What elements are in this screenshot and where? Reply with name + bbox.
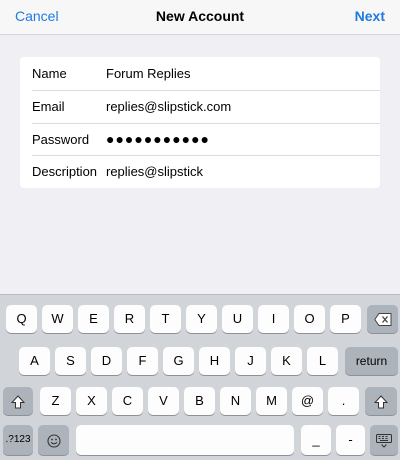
backspace-key[interactable] [367, 305, 398, 333]
description-row[interactable]: Description replies@slipstick [20, 155, 380, 188]
key-s[interactable]: S [55, 347, 86, 375]
emoji-icon [46, 434, 61, 448]
key-period[interactable]: . [328, 387, 359, 415]
emoji-key[interactable] [38, 425, 69, 455]
shift-icon [374, 394, 388, 409]
key-v[interactable]: V [148, 387, 179, 415]
key-o[interactable]: O [294, 305, 325, 333]
shift-key-right[interactable] [365, 387, 397, 415]
key-i[interactable]: I [258, 305, 289, 333]
key-dash[interactable]: - [336, 425, 365, 455]
name-row[interactable]: Name Forum Replies [20, 57, 380, 90]
key-a[interactable]: A [19, 347, 50, 375]
keyboard-hide-icon [376, 433, 392, 448]
email-row[interactable]: Email replies@slipstick.com [20, 89, 380, 123]
space-bar[interactable] [76, 425, 294, 455]
key-n[interactable]: N [220, 387, 251, 415]
key-j[interactable]: J [235, 347, 266, 375]
name-label: Name [32, 66, 67, 81]
key-x[interactable]: X [76, 387, 107, 415]
key-u[interactable]: U [222, 305, 253, 333]
email-label: Email [32, 98, 65, 114]
password-label: Password [32, 131, 90, 147]
shift-key-left[interactable] [3, 387, 33, 415]
key-y[interactable]: Y [186, 305, 217, 333]
key-d[interactable]: D [91, 347, 122, 375]
return-key[interactable]: return [345, 347, 398, 375]
email-field[interactable]: replies@slipstick.com [106, 99, 366, 114]
backspace-icon [373, 313, 391, 327]
key-h[interactable]: H [199, 347, 230, 375]
page-title: New Account [155, 8, 245, 24]
key-q[interactable]: Q [6, 305, 37, 333]
account-form: Name Forum Replies Email replies@slipsti… [20, 57, 380, 188]
password-field[interactable]: ●●●●●●●●●●● [106, 131, 366, 147]
dismiss-keyboard-key[interactable] [370, 425, 398, 455]
key-m[interactable]: M [256, 387, 287, 415]
key-z[interactable]: Z [40, 387, 71, 415]
key-b[interactable]: B [184, 387, 215, 415]
keyboard: Q W E R T Y U I O P A S D F G H J K L re… [0, 294, 400, 460]
key-t[interactable]: T [150, 305, 181, 333]
shift-icon [11, 394, 25, 409]
symbols-key[interactable]: .?123 [3, 425, 33, 455]
key-k[interactable]: K [271, 347, 302, 375]
key-g[interactable]: G [163, 347, 194, 375]
next-button[interactable]: Next [355, 8, 385, 24]
key-underscore[interactable]: _ [301, 425, 331, 455]
navigation-bar: Cancel New Account Next [0, 0, 400, 35]
description-label: Description [32, 164, 98, 180]
password-row[interactable]: Password ●●●●●●●●●●● [20, 122, 380, 156]
key-f[interactable]: F [127, 347, 158, 375]
description-field[interactable]: replies@slipstick [106, 164, 366, 179]
name-field[interactable]: Forum Replies [106, 66, 366, 81]
key-l[interactable]: L [307, 347, 338, 375]
key-at[interactable]: @ [292, 387, 323, 415]
key-p[interactable]: P [330, 305, 361, 333]
key-w[interactable]: W [42, 305, 73, 333]
key-r[interactable]: R [114, 305, 145, 333]
key-e[interactable]: E [78, 305, 109, 333]
key-c[interactable]: C [112, 387, 143, 415]
